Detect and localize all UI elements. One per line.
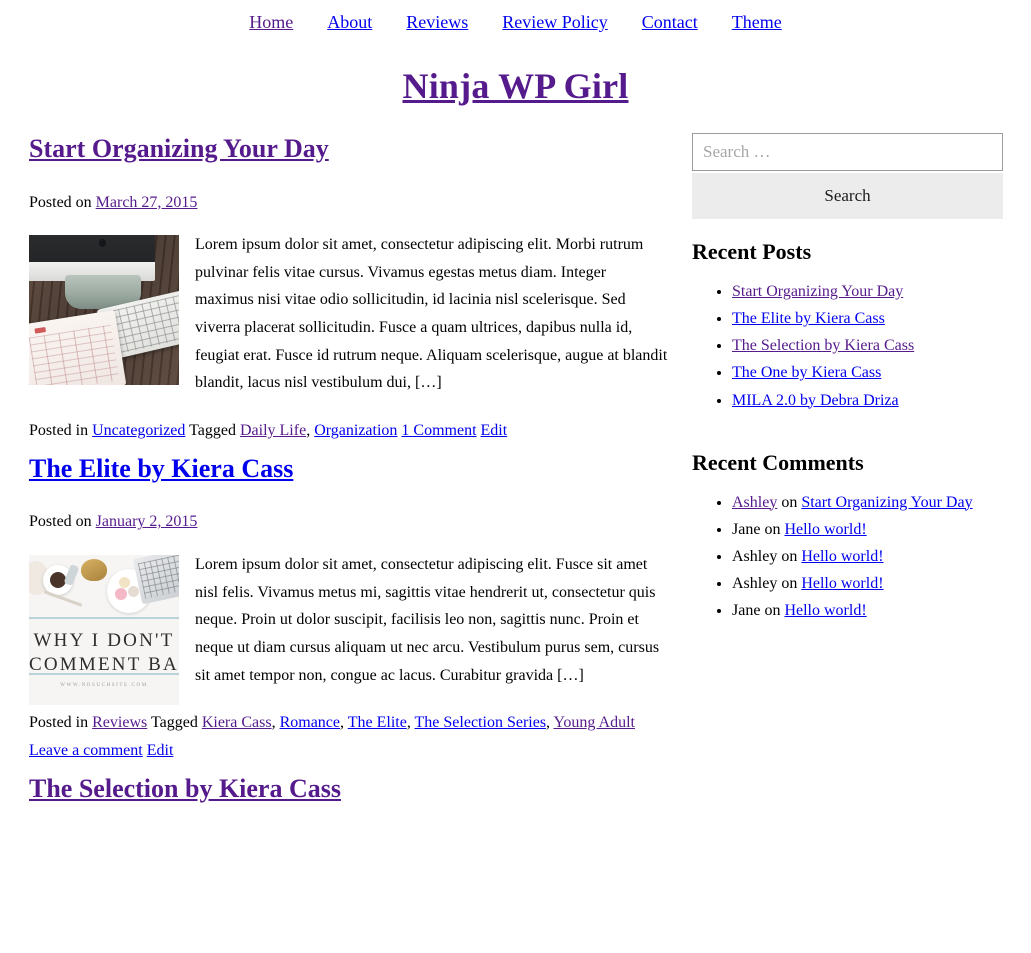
posted-on-label: Posted on	[29, 513, 92, 531]
comment-post-link[interactable]: Hello world!	[784, 602, 866, 619]
nav-item-about[interactable]: About	[327, 12, 372, 33]
list-item: Ashley on Start Organizing Your Day	[732, 489, 1003, 516]
post-tag-link[interactable]: Young Adult	[553, 714, 635, 731]
post-comments-link[interactable]: 1 Comment	[401, 422, 476, 439]
search-button[interactable]: Search	[692, 173, 1003, 219]
comment-post-link[interactable]: Start Organizing Your Day	[801, 494, 972, 511]
list-item: The One by Kiera Cass	[732, 359, 1003, 386]
recent-post-link[interactable]: The One by Kiera Cass	[732, 364, 881, 381]
tagged-label: Tagged	[189, 422, 236, 440]
posted-on-label: Posted on	[29, 193, 92, 211]
recent-post-link[interactable]: The Selection by Kiera Cass	[732, 337, 914, 354]
post-edit-link[interactable]: Edit	[147, 742, 174, 759]
post-thumbnail-desk-photo[interactable]	[29, 235, 179, 386]
page-container: Start Organizing Your Day Posted on Marc…	[0, 133, 1031, 813]
list-item: Jane on Hello world!	[732, 516, 1003, 543]
post-title: Start Organizing Your Day	[29, 133, 668, 166]
post-excerpt-text: Lorem ipsum dolor sit amet, consectetur …	[195, 555, 660, 684]
post-edit-link[interactable]: Edit	[481, 422, 508, 439]
post-meta-date: Posted on January 2, 2015	[29, 509, 668, 535]
nav-item-home[interactable]: Home	[249, 12, 293, 33]
tag-separator: ,	[546, 714, 551, 732]
post-category-link[interactable]: Reviews	[92, 714, 147, 731]
post-tag-link[interactable]: Romance	[280, 714, 340, 731]
post-meta-date: Posted on March 27, 2015	[29, 190, 668, 216]
widget-title: Recent Posts	[692, 239, 812, 264]
nav-item-review-policy[interactable]: Review Policy	[502, 12, 608, 33]
main-content: Start Organizing Your Day Posted on Marc…	[29, 133, 685, 813]
post-title-link[interactable]: The Selection by Kiera Cass	[29, 774, 341, 803]
post-excerpt-block: WHY I DON'T COMMENT BACK WWW.NOSUCHSITE.…	[29, 551, 668, 705]
sidebar: Search Recent Posts Start Organizing You…	[692, 133, 1003, 638]
post-article: Start Organizing Your Day Posted on Marc…	[29, 133, 668, 445]
widget-title: Recent Comments	[692, 449, 864, 475]
site-title-link[interactable]: Ninja WP Girl	[403, 65, 629, 107]
recent-post-link[interactable]: MILA 2.0 by Debra Driza	[732, 392, 899, 409]
posted-in-label: Posted in	[29, 714, 89, 732]
post-date-link[interactable]: January 2, 2015	[96, 513, 198, 530]
thumbnail-overlay-line-3: WWW.NOSUCHSITE.COM	[60, 682, 148, 688]
comment-author-name: Jane	[732, 520, 761, 538]
tag-separator: ,	[306, 422, 311, 440]
comment-post-link[interactable]: Hello world!	[784, 521, 866, 538]
post-excerpt-block: Lorem ipsum dolor sit amet, consectetur …	[29, 231, 668, 397]
comment-on-label: on	[781, 547, 798, 565]
site-header: Ninja WP Girl	[0, 65, 1031, 107]
post-date-link[interactable]: March 27, 2015	[96, 194, 198, 211]
post-article: The Elite by Kiera Cass Posted on Januar…	[29, 453, 668, 765]
post-tag-link[interactable]: The Selection Series	[415, 714, 547, 731]
list-item: Ashley on Hello world!	[732, 543, 1003, 570]
nav-item-contact[interactable]: Contact	[642, 12, 698, 33]
post-tag-link[interactable]: The Elite	[348, 714, 407, 731]
list-item: Ashley on Hello world!	[732, 570, 1003, 597]
recent-comments-list: Ashley on Start Organizing Your Day Jane…	[692, 489, 1003, 625]
search-input[interactable]	[692, 133, 1003, 171]
post-category-link[interactable]: Uncategorized	[92, 422, 185, 439]
post-thumbnail-flatlay-photo[interactable]: WHY I DON'T COMMENT BACK WWW.NOSUCHSITE.…	[29, 554, 179, 705]
comment-on-label: on	[781, 575, 798, 593]
post-tag-link[interactable]: Organization	[314, 422, 397, 439]
post-comments-link[interactable]: Leave a comment	[29, 742, 143, 759]
comment-post-link[interactable]: Hello world!	[801, 548, 883, 565]
post-title-link[interactable]: The Elite by Kiera Cass	[29, 454, 293, 483]
tag-separator: ,	[271, 714, 276, 732]
comment-author-name: Ashley	[732, 575, 778, 593]
comment-author-link[interactable]: Ashley	[732, 494, 777, 511]
comment-author-name: Jane	[732, 602, 761, 620]
comment-on-label: on	[781, 493, 798, 511]
list-item: Start Organizing Your Day	[732, 278, 1003, 305]
post-footer-meta: Posted in Uncategorized Tagged Daily Lif…	[29, 417, 668, 445]
comment-on-label: on	[764, 602, 781, 620]
comment-post-link[interactable]: Hello world!	[801, 575, 883, 592]
recent-posts-list: Start Organizing Your Day The Elite by K…	[692, 278, 1003, 414]
posted-in-label: Posted in	[29, 422, 89, 440]
tag-separator: ,	[406, 714, 411, 732]
post-excerpt-text: Lorem ipsum dolor sit amet, consectetur …	[195, 236, 668, 392]
list-item: MILA 2.0 by Debra Driza	[732, 387, 1003, 414]
post-tag-link[interactable]: Daily Life	[240, 422, 306, 439]
post-title: The Selection by Kiera Cass	[29, 773, 668, 806]
widget-recent-posts: Recent Posts Start Organizing Your Day T…	[692, 237, 1003, 414]
post-article: The Selection by Kiera Cass	[29, 773, 668, 806]
post-tag-link[interactable]: Kiera Cass	[202, 714, 272, 731]
comment-on-label: on	[764, 520, 781, 538]
list-item: The Selection by Kiera Cass	[732, 332, 1003, 359]
search-form: Search	[692, 133, 1003, 219]
recent-post-link[interactable]: Start Organizing Your Day	[732, 283, 903, 300]
list-item: The Elite by Kiera Cass	[732, 305, 1003, 332]
tag-separator: ,	[340, 714, 344, 732]
nav-item-theme[interactable]: Theme	[732, 12, 782, 33]
post-title: The Elite by Kiera Cass	[29, 453, 668, 486]
post-title-link[interactable]: Start Organizing Your Day	[29, 134, 329, 163]
comment-author-name: Ashley	[732, 547, 778, 565]
post-footer-meta: Posted in Reviews Tagged Kiera Cass, Rom…	[29, 709, 668, 764]
primary-navigation: Home About Reviews Review Policy Contact…	[0, 0, 1031, 33]
nav-item-reviews[interactable]: Reviews	[406, 12, 468, 33]
thumbnail-overlay-line-2: COMMENT BACK	[29, 653, 179, 675]
list-item: Jane on Hello world!	[732, 597, 1003, 624]
widget-recent-comments: Recent Comments Ashley on Start Organizi…	[692, 448, 1003, 625]
recent-post-link[interactable]: The Elite by Kiera Cass	[732, 310, 885, 327]
tagged-label: Tagged	[150, 714, 198, 732]
